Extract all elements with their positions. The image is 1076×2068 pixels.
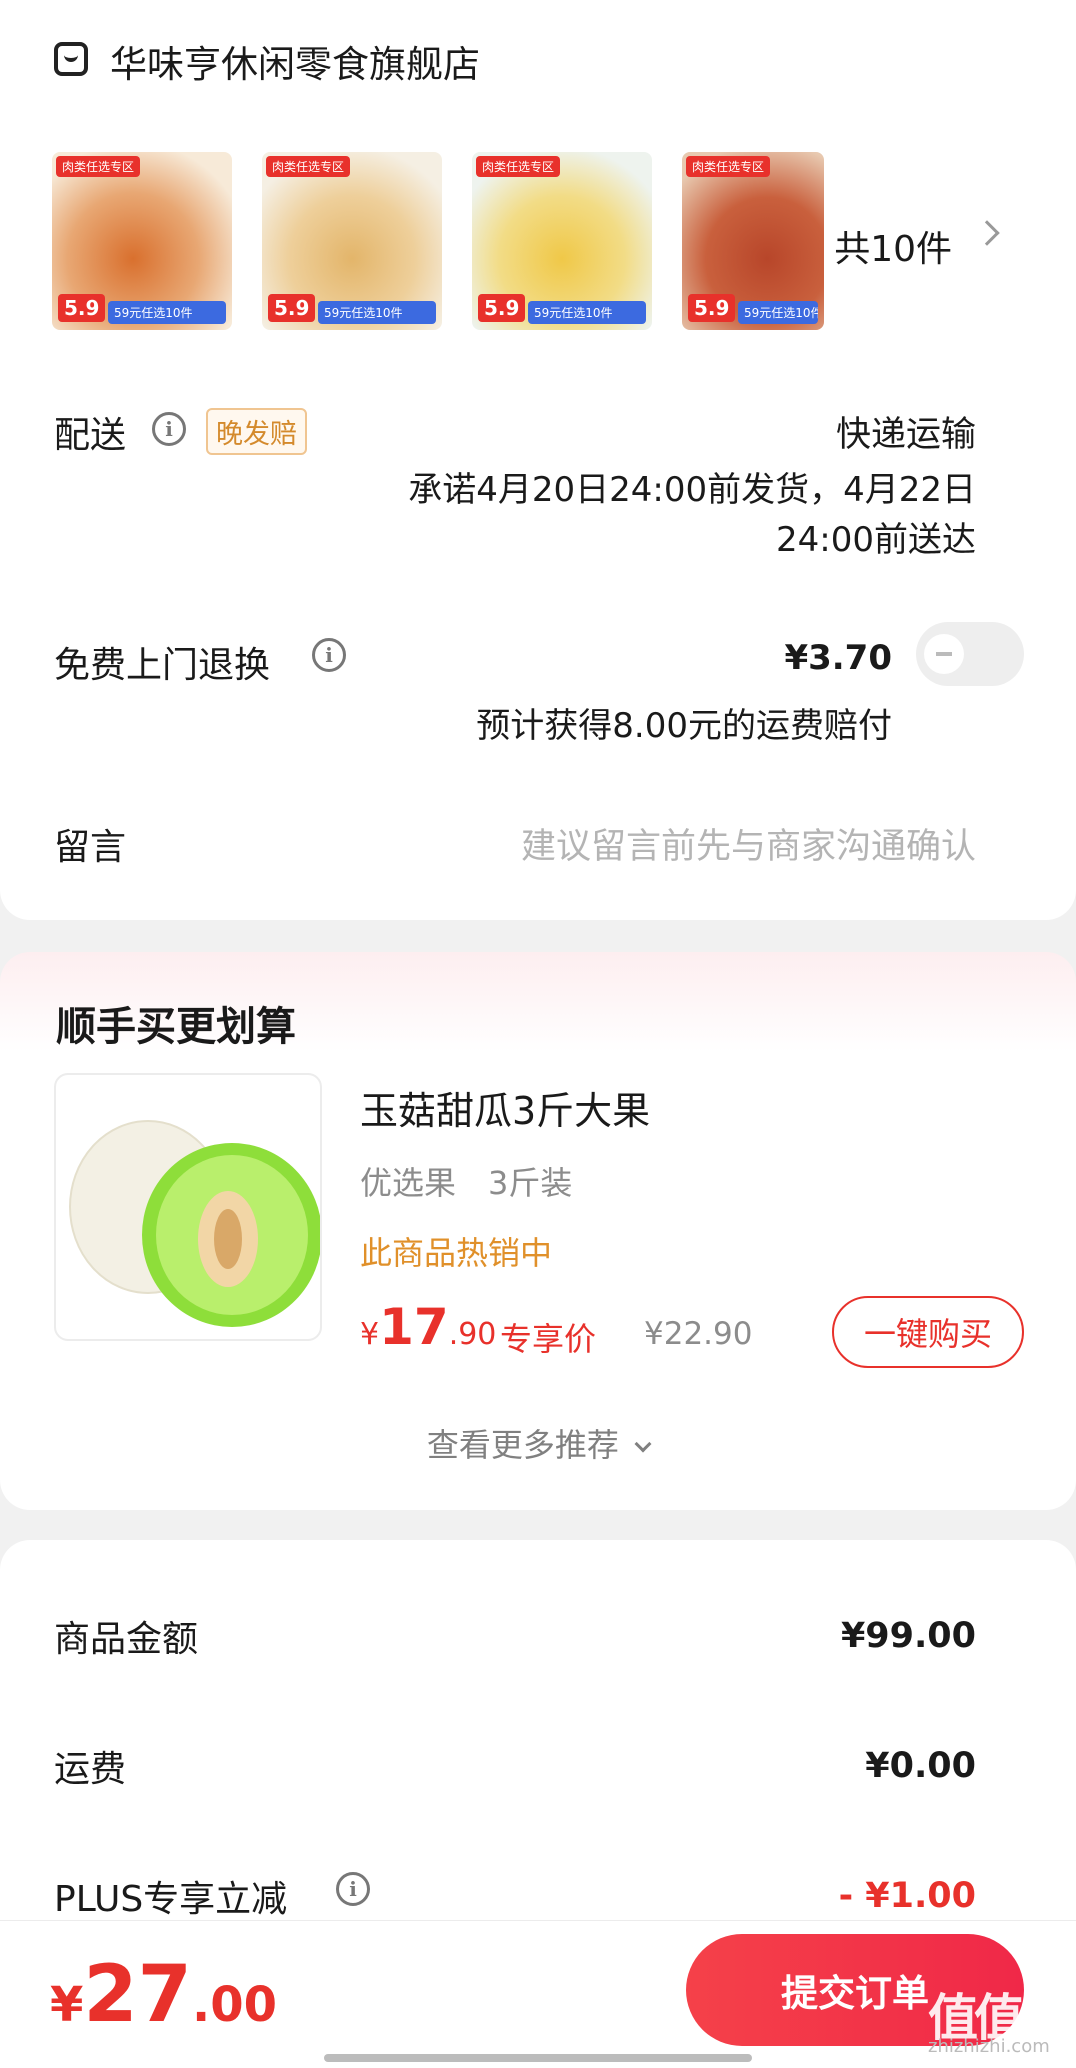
thumb-price: 5.9 xyxy=(688,294,736,322)
return-service-price: ¥3.70 xyxy=(784,638,892,678)
info-icon[interactable]: i xyxy=(336,1872,370,1906)
exclusive-price-label: 专享价 xyxy=(500,1320,597,1358)
product-thumbnail[interactable]: 肉类任选专区 5.9 59元任选10件 xyxy=(472,152,652,330)
item-count[interactable]: 共10件 xyxy=(834,220,952,272)
plus-discount-value: - ¥1.00 xyxy=(838,1876,976,1916)
watermark-url: zhizhizhi.com xyxy=(928,2036,1050,2057)
thumb-band: 59元任选10件 xyxy=(738,301,818,324)
info-icon[interactable]: i xyxy=(312,638,346,672)
home-indicator[interactable] xyxy=(324,2054,752,2062)
return-service-toggle[interactable] xyxy=(916,622,1024,686)
recommend-product-spec: 优选果 3斤装 xyxy=(360,1164,573,1202)
late-compensation-badge: 晚发赔 xyxy=(206,408,307,455)
goods-amount-value: ¥99.00 xyxy=(840,1616,976,1656)
total-integer: 27 xyxy=(83,1950,192,2040)
one-click-buy-button[interactable]: 一键购买 xyxy=(832,1296,1024,1368)
thumb-band: 59元任选10件 xyxy=(108,301,226,324)
toggle-knob xyxy=(924,634,964,674)
plus-discount-label: PLUS专享立减 xyxy=(54,1879,288,1920)
see-more-label: 查看更多推荐 xyxy=(426,1426,619,1464)
info-icon[interactable]: i xyxy=(152,412,186,446)
thumb-tag: 肉类任选专区 xyxy=(476,156,561,177)
product-thumbnail[interactable]: 肉类任选专区 5.9 59元任选10件 xyxy=(52,152,232,330)
melon-image xyxy=(69,1120,320,1327)
shipping-value: ¥0.00 xyxy=(865,1746,976,1786)
shipping-label: 运费 xyxy=(54,1749,127,1790)
message-input[interactable]: 建议留言前先与商家沟通确认 xyxy=(521,818,976,869)
original-price: ¥22.90 xyxy=(644,1316,753,1352)
recommend-title: 顺手买更划算 xyxy=(56,1004,296,1050)
thumb-price: 5.9 xyxy=(58,294,106,322)
exclusive-price: ¥17.90 xyxy=(360,1298,496,1356)
price-decimal: .90 xyxy=(448,1317,497,1352)
goods-amount-label: 商品金额 xyxy=(54,1619,199,1660)
delivery-promise-line1: 承诺4月20日24:00前发货，4月22日 xyxy=(408,470,976,510)
store-name[interactable]: 华味亨休闲零食旗舰店 xyxy=(110,34,480,88)
chevron-down-icon xyxy=(634,1435,652,1453)
product-thumbnail[interactable]: 肉类任选专区 5.9 59元任选10件 xyxy=(682,152,824,330)
price-symbol: ¥ xyxy=(360,1317,380,1352)
thumb-band: 59元任选10件 xyxy=(318,301,436,324)
price-integer: 17 xyxy=(379,1298,449,1356)
recommend-product-image[interactable] xyxy=(54,1073,322,1341)
delivery-label: 配送 xyxy=(54,415,127,456)
delivery-promise-line2: 24:00前送达 xyxy=(776,520,976,560)
recommend-product-name[interactable]: 玉菇甜瓜3斤大果 xyxy=(360,1080,650,1135)
total-decimal: .00 xyxy=(191,1977,277,2033)
message-label: 留言 xyxy=(54,827,127,868)
total-symbol: ¥ xyxy=(50,1977,84,2033)
delivery-method[interactable]: 快递运输 xyxy=(836,406,976,457)
thumb-tag: 肉类任选专区 xyxy=(266,156,351,177)
thumb-price: 5.9 xyxy=(478,294,526,322)
return-service-label: 免费上门退换 xyxy=(54,645,271,686)
order-card xyxy=(0,0,1076,920)
thumb-tag: 肉类任选专区 xyxy=(56,156,141,177)
return-service-note: 预计获得8.00元的运费赔付 xyxy=(476,706,892,746)
see-more-recommend[interactable]: 查看更多推荐 xyxy=(0,1420,1076,1466)
product-thumbnail[interactable]: 肉类任选专区 5.9 59元任选10件 xyxy=(262,152,442,330)
hot-selling-label: 此商品热销中 xyxy=(360,1234,553,1272)
thumb-price: 5.9 xyxy=(268,294,316,322)
thumb-tag: 肉类任选专区 xyxy=(686,156,771,177)
total-price: ¥27.00 xyxy=(50,1950,277,2040)
store-icon xyxy=(54,42,88,76)
thumb-band: 59元任选10件 xyxy=(528,301,646,324)
